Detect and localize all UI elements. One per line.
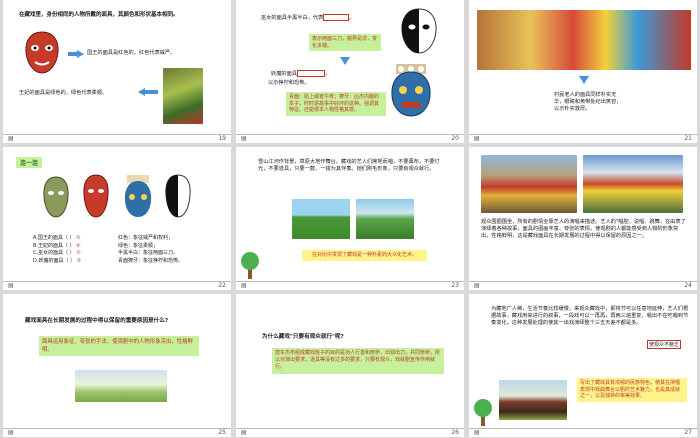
grassland-photo xyxy=(75,370,167,402)
meaning-3: 半黑半白：象征两面三刀。 xyxy=(118,250,179,256)
conclusion-banner: 在对比中发现了藏戏是一种朴素的大众化艺术。 xyxy=(302,250,427,261)
village-mask-caption: 村民老人的面具同样朴实无华，眼睛和黄带处纪出笑容，以示朴实敦厚。 xyxy=(554,92,622,112)
answer-box: 面具运用象征、夸张的手法，使观剧中的人物形象突出，性格鲜明。 xyxy=(39,336,199,356)
exercise-label: 连一连 xyxy=(16,157,43,168)
match-item-d: D.妖魔的面具（ ） ③ xyxy=(33,257,82,264)
footer-logo: ▤ xyxy=(241,429,247,436)
answer-box: 唐东杰布组成藏戏班子的目的是功人行善和修桥，出钱出力，共同修桥，所以对演出要求，… xyxy=(272,348,444,374)
king-mask-text: 国王的面具是红色的，红色代表威严。 xyxy=(87,50,176,56)
arrow-shaft xyxy=(144,90,158,94)
slide-number: 25 xyxy=(218,429,226,436)
meaning-2: 绿色：象征柔顺； xyxy=(118,242,159,249)
blank-box xyxy=(296,70,325,77)
slide-footer: ▤ 27 xyxy=(469,428,697,437)
slide-number: 23 xyxy=(451,282,459,289)
slide-number: 20 xyxy=(451,135,459,142)
witch-mask-icon xyxy=(165,174,191,218)
slide-number: 24 xyxy=(684,282,692,289)
performance-photo-2 xyxy=(583,155,683,213)
slide-19[interactable]: 在藏戏里，身份相同的人物所戴的面具，其颜色和形状基本相同。 国王的面具是红色的，… xyxy=(3,0,231,143)
footer-logo: ▤ xyxy=(474,282,480,289)
slide-26[interactable]: 为什么藏戏"只要有观众就行"呢? 唐东杰布组成藏戏班子的目的是功人行善和修桥，出… xyxy=(236,294,464,437)
king-mask-icon xyxy=(83,174,109,218)
slide-24[interactable]: 观众围圈围坐，所有的剧情全靠艺人的演唱来描述。艺人的"唱腔、说唱、跳舞，在由表了… xyxy=(469,147,697,290)
slide-25[interactable]: 藏戏面具在长期发展的过程中得以保留的重要原因是什么? 面具运用象征、夸张的手法，… xyxy=(3,294,231,437)
village-masks-photo xyxy=(477,10,691,70)
demon-text-2: 以示狰狞和恐怖。 xyxy=(268,80,310,86)
demon-text-b: ， xyxy=(324,71,331,77)
slide-footer: ▤ 21 xyxy=(469,134,697,143)
slide-21[interactable]: 村民老人的面具同样朴实无华，眼睛和黄带处纪出笑容，以示朴实敦厚。 ▤ 21 xyxy=(469,0,697,143)
slide-footer: ▤ 25 xyxy=(3,428,231,437)
demon-text: 妖魔的面具 ， xyxy=(271,70,381,78)
demon-mask-icon xyxy=(391,64,431,117)
highlight-box: 使观众不疲乏 xyxy=(647,340,682,349)
demon-text-a: 妖魔的面具 xyxy=(271,71,297,77)
slide-footer: ▤ 26 xyxy=(236,428,464,437)
footer-logo: ▤ xyxy=(474,429,480,436)
footer-logo: ▤ xyxy=(8,282,14,289)
slide-footer: ▤ 22 xyxy=(3,281,231,290)
performance-photo-1 xyxy=(481,155,577,213)
slide-text: 雪山江河作背景，草原大地作舞台。藏戏的艺人们席地而唱，不要幕布，不要灯光，不要道… xyxy=(258,159,440,172)
slide-23[interactable]: 雪山江河作背景，草原大地作舞台。藏戏的艺人们席地而唱，不要幕布，不要灯光，不要道… xyxy=(236,147,464,290)
slide-footer: ▤ 20 xyxy=(236,134,464,143)
footer-logo: ▤ xyxy=(474,135,480,142)
footer-logo: ▤ xyxy=(241,135,247,142)
performers-photo xyxy=(499,380,567,420)
meaning-4: 青面獠牙：象征狰狞和恐怖。 xyxy=(118,257,184,264)
match-item-b: B.王妃的面具（ ） ④ xyxy=(33,242,81,249)
red-mask-icon xyxy=(25,31,59,74)
witch-answer-box: 表示两面三刀，搬弄是非，变化多端。 xyxy=(309,34,381,51)
answer: ④ xyxy=(76,242,81,249)
match-item-c: C.巫女的面具（ ） ① xyxy=(33,250,81,256)
slide-22[interactable]: 连一连 A.国王的面具（ ） ② B.王妃的面具（ ） ④ C.巫女的面具（ ）… xyxy=(3,147,231,290)
match-item-a: A.国王的面具（ ） ② xyxy=(33,235,81,241)
slide-title: 在藏戏里，身份相同的人物所戴的面具，其颜色和形状基本相同。 xyxy=(19,12,179,18)
meaning-1: 红色：象征威严和权利； xyxy=(118,235,174,241)
answer: ③ xyxy=(76,257,82,264)
slide-27[interactable]: 为藏地广人稀，生活节奏比较缓慢，来观众藏戏中，即将节可以任意地延伸，艺人们根据故… xyxy=(469,294,697,437)
summary-box: 写出了藏戏具有浓郁的民族特色，使其在演唱表现中戏曲舞台以剧的艺术魅力，也是其成就… xyxy=(577,378,687,402)
answer: ② xyxy=(76,235,81,241)
queen-mask-icon xyxy=(43,176,69,218)
footer-logo: ▤ xyxy=(241,282,247,289)
match-items: A.国王的面具（ ） ② B.王妃的面具（ ） ④ C.巫女的面具（ ） ① D… xyxy=(33,235,113,265)
slide-grid: 在藏戏里，身份相同的人物所戴的面具，其颜色和形状基本相同。 国王的面具是红色的，… xyxy=(0,0,700,438)
blank-box xyxy=(323,14,350,21)
slide-20[interactable]: 巫女的面具半黑半白，代表 。 表示两面三刀，搬弄是非，变化多端。 妖魔的面具 ， 以… xyxy=(236,0,464,143)
question-text: 为什么藏戏"只要有观众就行"呢? xyxy=(262,334,344,340)
witch-text: 巫女的面具半黑半白，代表 。 xyxy=(261,14,391,22)
demon-mask-icon xyxy=(124,175,152,217)
slide-footer: ▤ 24 xyxy=(469,281,697,290)
tree-icon xyxy=(474,399,492,426)
demon-answer-box: 青面：助上或者牛筹；獠牙：凶杰内脑的本子。时时讲故事中好坏的这种。强调其特征。还… xyxy=(286,92,386,116)
witch-text-b: 。 xyxy=(349,15,355,21)
footer-logo: ▤ xyxy=(8,135,14,142)
slide-number: 21 xyxy=(684,135,692,142)
queen-mask-text: 王妃的面具是绿色的，绿色代表柔顺。 xyxy=(19,90,108,96)
match-meanings: 红色：象征威严和权利； 绿色：象征柔顺； 半黑半白：象征两面三刀。 青面獠牙：象… xyxy=(118,235,223,265)
queen-mask-photo xyxy=(163,68,203,124)
question-text: 藏戏面具在长期发展的过程中得以保留的重要原因是什么? xyxy=(25,318,169,324)
slide-footer: ▤ 19 xyxy=(3,134,231,143)
slide-number: 22 xyxy=(218,282,226,289)
arrow-down-icon xyxy=(579,76,589,84)
slide-number: 26 xyxy=(451,429,459,436)
arrow-down-icon xyxy=(340,57,350,65)
slide-number: 27 xyxy=(684,429,692,436)
answer: ① xyxy=(76,250,81,256)
slide-footer: ▤ 23 xyxy=(236,281,464,290)
outdoor-photo-1 xyxy=(292,199,350,239)
arrow-right-icon xyxy=(77,50,84,58)
tree-icon xyxy=(241,252,259,279)
footer-logo: ▤ xyxy=(8,429,14,436)
outdoor-photo-2 xyxy=(356,199,414,239)
witch-text-a: 巫女的面具半黑半白，代表 xyxy=(261,15,324,21)
witch-mask-icon xyxy=(401,8,437,54)
slide-number: 19 xyxy=(218,135,226,142)
slide-text: 为藏地广人稀，生活节奏比较缓慢，来观众藏戏中，即将节可以任意地延伸，艺人们根据故… xyxy=(491,306,689,326)
slide-text: 观众围圈围坐，所有的剧情全靠艺人的演唱来描述。艺人的"唱腔、说唱、跳舞，在由表了… xyxy=(481,219,686,239)
